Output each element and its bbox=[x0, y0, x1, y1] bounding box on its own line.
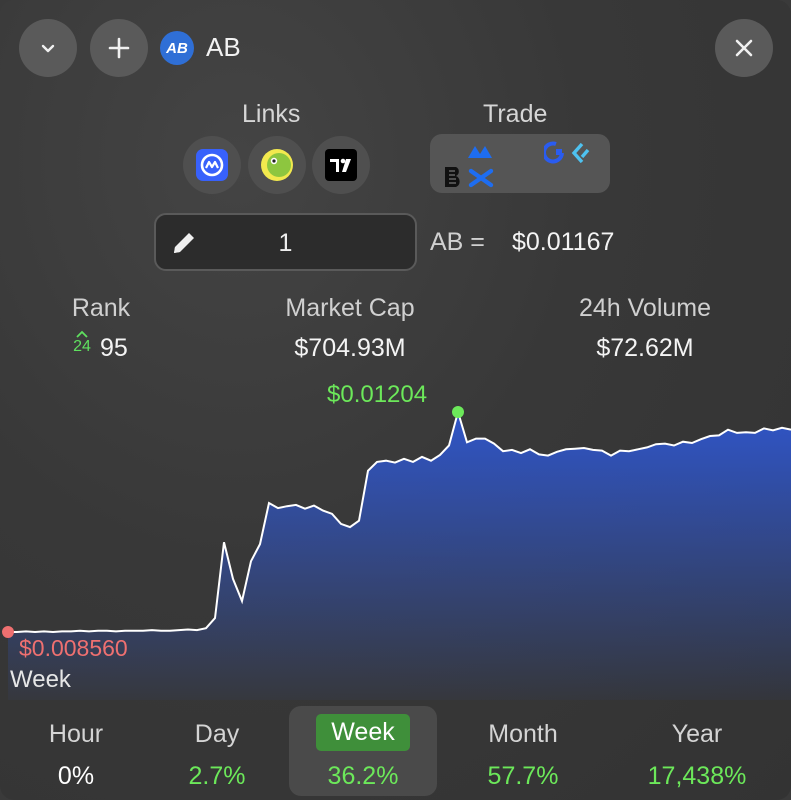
coinmarketcap-icon bbox=[196, 149, 228, 181]
coingecko-link[interactable] bbox=[248, 136, 306, 194]
token-logo: AB bbox=[160, 31, 194, 65]
chart-low-marker bbox=[2, 626, 14, 638]
chevron-down-icon bbox=[41, 44, 55, 53]
close-button[interactable] bbox=[715, 19, 773, 77]
period-year[interactable]: Year 17,438% bbox=[606, 706, 788, 796]
add-button[interactable] bbox=[90, 19, 148, 77]
tradingview-icon bbox=[325, 149, 357, 181]
volume-label: 24h Volume bbox=[578, 294, 712, 322]
current-price: $0.01167 bbox=[512, 228, 615, 256]
exchange-icon-4 bbox=[468, 168, 494, 188]
volume-value: $72.62M bbox=[596, 334, 694, 362]
period-change: 0% bbox=[57, 762, 95, 790]
chart-low-label: $0.008560 bbox=[19, 635, 128, 661]
exchange-icon-2 bbox=[544, 141, 590, 164]
chart-high-marker bbox=[452, 406, 464, 418]
period-change: 36.2% bbox=[327, 762, 399, 790]
tradingview-link[interactable] bbox=[312, 136, 370, 194]
coingecko-icon bbox=[261, 149, 293, 181]
price-symbol-label: AB = bbox=[430, 228, 485, 256]
links-label: Links bbox=[242, 100, 301, 128]
period-change: 57.7% bbox=[487, 762, 559, 790]
period-name: Hour bbox=[48, 720, 104, 748]
exchange-icon-3 bbox=[445, 167, 460, 187]
chart-range-label: Week bbox=[10, 666, 71, 693]
rank-value: 95 bbox=[100, 334, 128, 362]
rank-change-value: 24 bbox=[73, 338, 91, 355]
period-day[interactable]: Day 2.7% bbox=[141, 706, 293, 796]
amount-value: 1 bbox=[278, 229, 293, 257]
period-name: Year bbox=[671, 720, 723, 748]
token-widget: AB AB Links Trade 1 AB = $0.01167 Rank 2… bbox=[0, 0, 791, 800]
coinmarketcap-link[interactable] bbox=[183, 136, 241, 194]
period-month[interactable]: Month 57.7% bbox=[447, 706, 599, 796]
rank-label: Rank bbox=[71, 294, 131, 322]
period-change: 17,438% bbox=[647, 762, 747, 790]
close-icon bbox=[735, 39, 753, 57]
plus-icon bbox=[108, 37, 130, 59]
period-name: Week bbox=[316, 714, 410, 751]
period-name: Day bbox=[194, 720, 240, 748]
collapse-button[interactable] bbox=[19, 19, 77, 77]
amount-input[interactable]: 1 bbox=[154, 213, 417, 271]
chart-high-label: $0.01204 bbox=[327, 381, 428, 408]
period-name: Month bbox=[488, 720, 558, 748]
rank-change: 24 bbox=[70, 330, 94, 355]
market-cap-value: $704.93M bbox=[294, 334, 406, 362]
period-hour[interactable]: Hour 0% bbox=[0, 706, 152, 796]
period-week[interactable]: Week 36.2% bbox=[289, 706, 437, 796]
market-cap-label: Market Cap bbox=[285, 294, 415, 322]
rank-up-icon bbox=[76, 330, 88, 338]
trade-label: Trade bbox=[483, 100, 548, 128]
trade-exchanges[interactable] bbox=[430, 134, 610, 193]
period-change: 2.7% bbox=[188, 762, 246, 790]
token-symbol: AB bbox=[206, 32, 241, 62]
exchange-icon-1 bbox=[468, 146, 492, 158]
